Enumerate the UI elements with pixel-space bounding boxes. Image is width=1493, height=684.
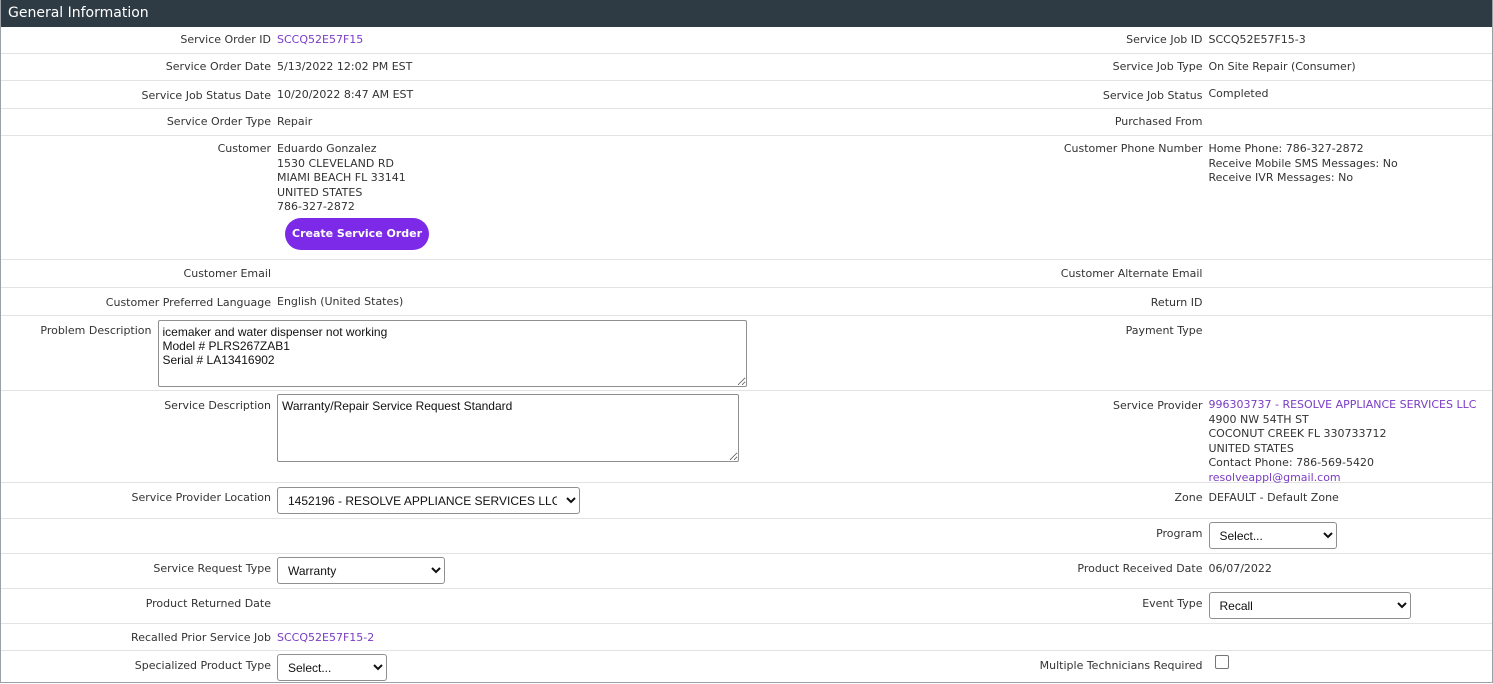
panel-header: General Information	[1, 0, 1492, 27]
customer-name: Eduardo Gonzalez	[277, 142, 377, 155]
service-provider-location-label: Service Provider Location	[131, 491, 271, 504]
service-order-date-value: 5/13/2022 12:02 PM EST	[277, 60, 413, 73]
problem-description-textarea[interactable]: icemaker and water dispenser not working…	[157, 320, 747, 387]
problem-row: Problem Description icemaker and water d…	[1, 316, 1492, 391]
service-request-type-select[interactable]: Warranty	[277, 557, 445, 584]
info-row: Service Provider Location 1452196 - RESO…	[1, 483, 1492, 519]
customer-address-block: Eduardo Gonzalez 1530 CLEVELAND RD MIAMI…	[277, 136, 430, 259]
info-row: Service Order ID SCCQ52E57F15 Service Jo…	[1, 27, 1492, 54]
specialized-product-type-select[interactable]: Select...	[277, 654, 387, 681]
info-row: Specialized Product Type Select... Multi…	[1, 651, 1492, 683]
customer-phone-block: Home Phone: 786-327-2872 Receive Mobile …	[1209, 136, 1398, 259]
empty-label	[747, 624, 1209, 650]
zone-value: DEFAULT - Default Zone	[1208, 491, 1339, 504]
service-description-row: Service Description Warranty/Repair Serv…	[1, 391, 1492, 484]
mobile-sms-setting: Receive Mobile SMS Messages: No	[1208, 156, 1398, 170]
service-description-textarea[interactable]: Warranty/Repair Service Request Standard	[277, 394, 739, 462]
service-order-type-value: Repair	[277, 115, 313, 128]
service-description-label: Service Description	[164, 399, 271, 412]
general-information-panel: General Information Service Order ID SCC…	[0, 0, 1493, 683]
provider-country: UNITED STATES	[1208, 441, 1294, 455]
service-provider-block: 996303737 - RESOLVE APPLIANCE SERVICES L…	[1208, 391, 1477, 484]
service-job-id-value: SCCQ52E57F15-3	[1208, 33, 1306, 46]
customer-phone: 786-327-2872	[277, 200, 355, 213]
service-order-id-label: Service Order ID	[180, 33, 271, 46]
service-job-status-value: Completed	[1208, 87, 1269, 100]
customer-alternate-email-label: Customer Alternate Email	[1060, 267, 1203, 280]
provider-street: 4900 NW 54TH ST	[1208, 412, 1309, 426]
service-order-type-label: Service Order Type	[166, 115, 271, 128]
payment-type-label: Payment Type	[1125, 324, 1203, 337]
info-row: Service Order Type Repair Purchased From	[1, 109, 1492, 136]
product-returned-date-label: Product Returned Date	[145, 597, 271, 610]
customer-email-label: Customer Email	[183, 267, 271, 280]
service-provider-label: Service Provider	[1113, 399, 1203, 412]
service-provider-link[interactable]: 996303737 - RESOLVE APPLIANCE SERVICES L…	[1209, 398, 1477, 413]
purchased-from-label: Purchased From	[1114, 115, 1203, 128]
info-row: Customer Email Customer Alternate Email	[1, 260, 1492, 288]
ivr-setting: Receive IVR Messages: No	[1208, 171, 1354, 184]
customer-city: MIAMI BEACH FL 33141	[277, 171, 406, 184]
event-type-select[interactable]: Recall	[1208, 592, 1411, 619]
program-label: Program	[1156, 527, 1203, 540]
service-job-type-value: On Site Repair (Consumer)	[1208, 60, 1356, 73]
info-row: Customer Preferred Language English (Uni…	[1, 288, 1492, 316]
provider-contact-phone: Contact Phone: 786-569-5420	[1208, 456, 1375, 469]
customer-country: UNITED STATES	[277, 185, 363, 199]
service-job-type-label: Service Job Type	[1112, 60, 1203, 73]
info-row: Service Request Type Warranty Product Re…	[1, 554, 1492, 589]
problem-description-label: Problem Description	[40, 324, 152, 337]
info-row: Product Returned Date Event Type Recall	[1, 589, 1492, 624]
customer-row: Customer Eduardo Gonzalez 1530 CLEVELAND…	[1, 136, 1492, 260]
event-type-label: Event Type	[1142, 597, 1203, 610]
program-select[interactable]: Select...	[1208, 522, 1337, 549]
service-request-type-label: Service Request Type	[153, 562, 271, 575]
service-job-status-label: Service Job Status	[1102, 89, 1203, 102]
service-job-status-date-value: 10/20/2022 8:47 AM EST	[277, 88, 414, 101]
empty-label	[1, 519, 277, 553]
home-phone: Home Phone: 786-327-2872	[1208, 142, 1364, 155]
provider-city: COCONUT CREEK FL 330733712	[1208, 427, 1387, 440]
info-row: Service Job Status Date 10/20/2022 8:47 …	[1, 81, 1492, 109]
specialized-product-type-label: Specialized Product Type	[134, 659, 271, 672]
service-order-id-link[interactable]: SCCQ52E57F15	[277, 27, 363, 53]
recalled-prior-service-job-link[interactable]: SCCQ52E57F15-2	[277, 624, 374, 650]
service-provider-location-select[interactable]: 1452196 - RESOLVE APPLIANCE SERVICES LLC	[277, 487, 580, 514]
service-order-date-label: Service Order Date	[165, 60, 271, 73]
info-row: Program Select...	[1, 519, 1492, 554]
zone-label: Zone	[1174, 491, 1203, 504]
preferred-language-label: Customer Preferred Language	[105, 296, 271, 309]
service-job-id-label: Service Job ID	[1126, 33, 1203, 46]
info-row: Service Order Date 5/13/2022 12:02 PM ES…	[1, 54, 1492, 81]
recalled-prior-service-job-label: Recalled Prior Service Job	[131, 631, 271, 644]
customer-label: Customer	[217, 142, 271, 155]
multiple-technicians-label: Multiple Technicians Required	[1039, 659, 1203, 672]
product-received-date-value: 06/07/2022	[1208, 562, 1272, 575]
preferred-language-value: English (United States)	[277, 295, 404, 308]
product-received-date-label: Product Received Date	[1077, 562, 1203, 575]
service-job-status-date-label: Service Job Status Date	[141, 89, 271, 102]
info-row: Recalled Prior Service Job SCCQ52E57F15-…	[1, 624, 1492, 651]
return-id-label: Return ID	[1150, 296, 1203, 309]
create-service-order-button[interactable]: Create Service Order	[285, 217, 430, 250]
customer-phone-number-label: Customer Phone Number	[1063, 142, 1203, 155]
multiple-technicians-checkbox[interactable]	[1214, 655, 1229, 669]
customer-street: 1530 CLEVELAND RD	[277, 156, 394, 170]
